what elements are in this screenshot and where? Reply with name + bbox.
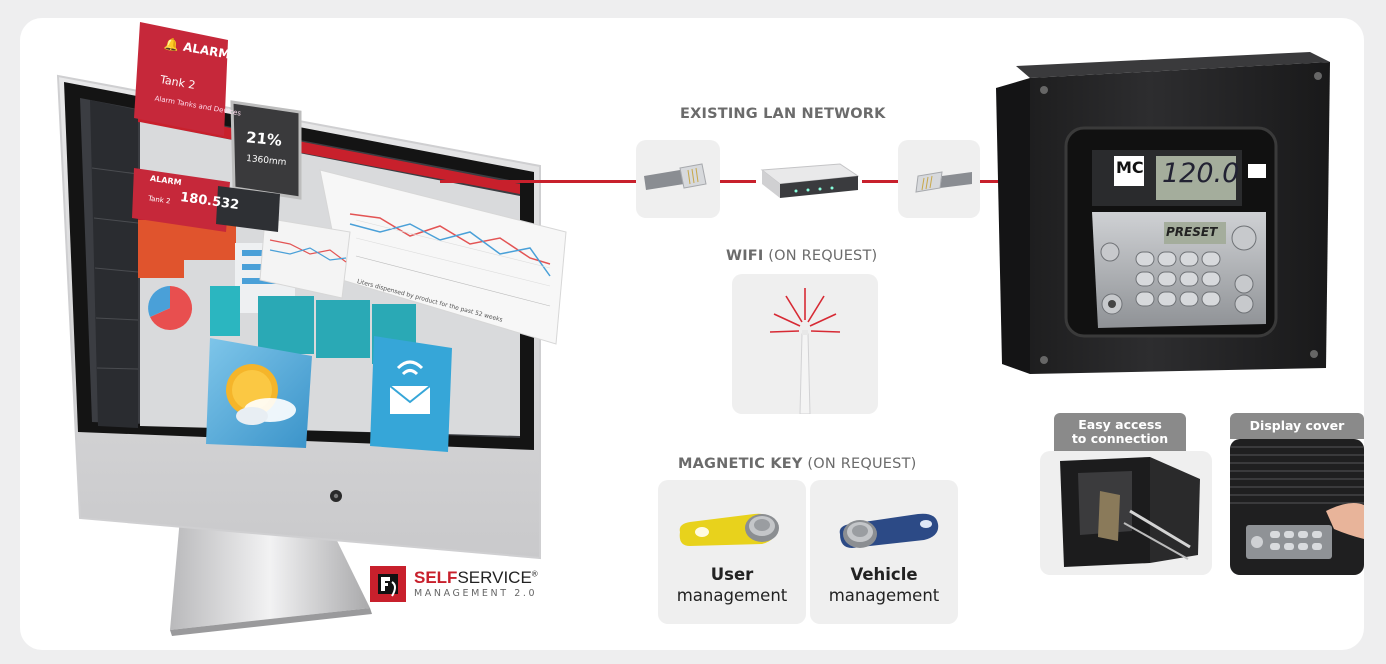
- ethernet-cable-icon: [915, 171, 972, 193]
- ethernet-tile-left: [636, 140, 720, 218]
- controller-box-graphic: [996, 52, 1330, 374]
- ethernet-cable-icon: [644, 163, 707, 190]
- connection-line-2: [720, 180, 756, 183]
- lan-heading-text: EXISTING LAN NETWORK: [680, 106, 886, 122]
- lan-heading: EXISTING LAN NETWORK: [680, 106, 886, 122]
- logo-reg: ®: [531, 569, 538, 579]
- device-brand: MC: [1116, 158, 1144, 177]
- magnetic-heading: MAGNETIC KEY (ON REQUEST): [678, 456, 917, 472]
- open-box-icon: [1060, 457, 1200, 567]
- bell-icon: 🔔: [163, 36, 181, 53]
- user-key-bold: User: [710, 565, 754, 584]
- user-key-caption: User management: [658, 564, 806, 606]
- yellow-key-icon: [679, 513, 779, 546]
- vehicle-key-bold: Vehicle: [850, 565, 918, 584]
- wifi-heading-bold: WIFI: [726, 248, 764, 264]
- vehicle-key-tile: Vehicle management: [810, 480, 958, 624]
- vehicle-key-rest: management: [828, 586, 940, 605]
- router-icon: [760, 163, 860, 198]
- connection-line-3: [862, 180, 898, 183]
- device-preset-label: PRESET: [1166, 225, 1218, 239]
- display-cover-badge: Display cover: [1230, 413, 1364, 439]
- easy-access-photo: [1040, 451, 1212, 575]
- main-card: 🔔 ALARM Tank 2 Alarm Tanks and Devices 2…: [20, 18, 1364, 650]
- router-device: [756, 158, 862, 208]
- display-cover-photo: [1230, 439, 1364, 575]
- logo-subtitle: MANAGEMENT 2.0: [414, 588, 538, 599]
- percent-value: 21%: [245, 128, 283, 150]
- selfservice-logo: SELFSERVICE® MANAGEMENT 2.0: [370, 566, 580, 606]
- user-key-tile: User management: [658, 480, 806, 624]
- easy-access-line1: Easy access: [1078, 417, 1162, 432]
- easy-access-line2: to connection: [1071, 431, 1169, 446]
- device-display-value: 120.0: [1162, 158, 1240, 189]
- easy-access-badge: Easy access to connection: [1054, 413, 1186, 451]
- wifi-tile: [732, 274, 878, 415]
- antenna-icon: [769, 288, 841, 415]
- imac-illustration: 🔔 ALARM Tank 2 Alarm Tanks and Devices 2…: [20, 18, 580, 650]
- cover-grille-icon: [1230, 446, 1364, 559]
- wifi-heading-rest: (ON REQUEST): [763, 248, 878, 264]
- mc-controller-box: MC 120.0 PRESET: [996, 52, 1330, 382]
- magnetic-heading-rest: (ON REQUEST): [802, 456, 917, 472]
- wifi-heading: WIFI (ON REQUEST): [726, 248, 877, 264]
- logo-self: SELF: [414, 568, 458, 587]
- user-key-rest: management: [676, 586, 788, 605]
- magnetic-heading-bold: MAGNETIC KEY: [678, 456, 803, 472]
- blue-key-icon: [839, 513, 939, 548]
- selfservice-logo-icon: [370, 566, 406, 602]
- display-cover-label: Display cover: [1249, 418, 1345, 433]
- connection-line-1: [440, 180, 636, 183]
- vehicle-key-caption: Vehicle management: [810, 564, 958, 606]
- logo-wordmark: SELFSERVICE®: [414, 568, 538, 588]
- ethernet-tile-right: [898, 140, 980, 218]
- easy-access-feature: Easy access to connection: [1040, 413, 1214, 579]
- display-cover-feature: Display cover: [1230, 413, 1364, 579]
- imac-graphic: [56, 22, 567, 636]
- logo-service: SERVICE: [457, 568, 532, 587]
